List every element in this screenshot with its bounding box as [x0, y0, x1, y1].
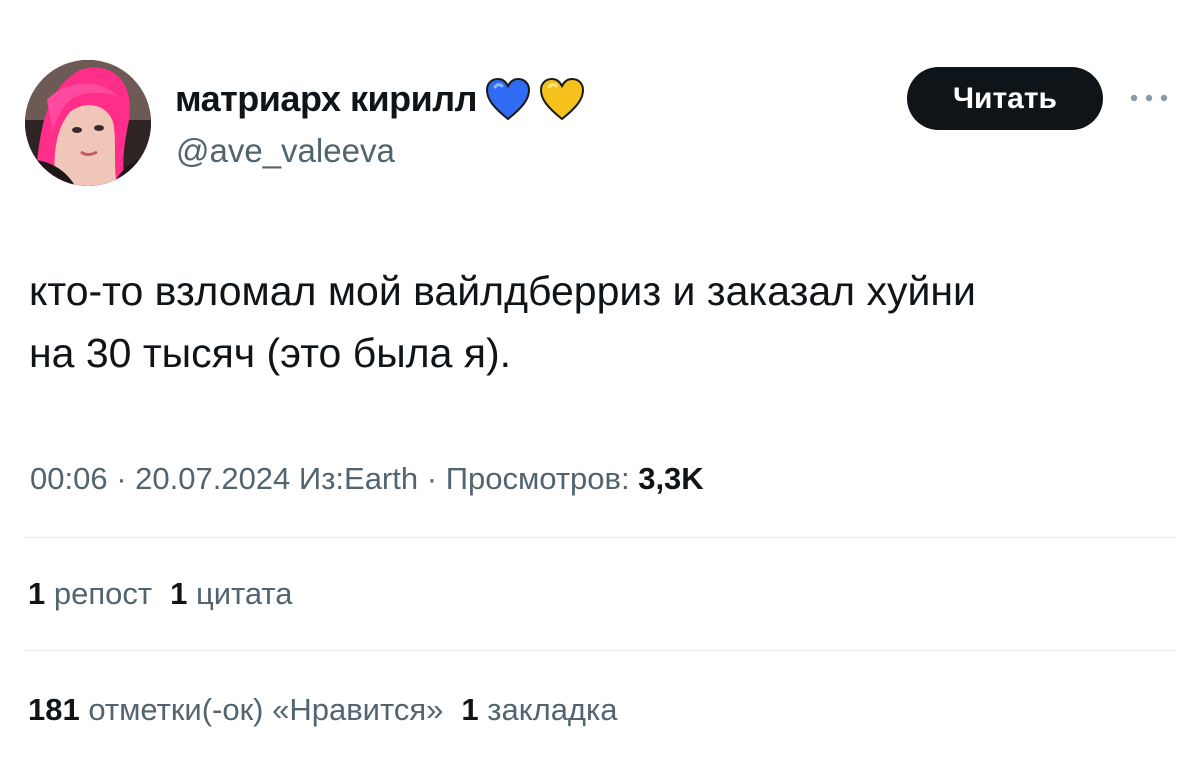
reposts-stat[interactable]: 1 репост	[28, 576, 152, 611]
yellow-heart-icon	[539, 77, 585, 121]
tweet-source: Из:Earth	[290, 461, 419, 496]
stats-row-likes: 181 отметки(-ок) «Нравится» 1 закладка	[28, 692, 636, 728]
author-name-row: матриарх кирилл	[175, 77, 585, 121]
views-count[interactable]: 3,3K	[638, 461, 703, 496]
stats-row-reposts: 1 репост 1 цитата	[28, 576, 311, 612]
author-handle[interactable]: @ave_valeeva	[176, 132, 395, 170]
likes-count: 181	[28, 692, 80, 727]
divider	[25, 537, 1175, 538]
meta-separator: ·	[418, 461, 446, 496]
tweet-text-line: кто-то взломал мой вайлдберриз и заказал…	[29, 268, 976, 314]
tweet-text: кто-то взломал мой вайлдберриз и заказал…	[29, 260, 1179, 384]
reposts-count: 1	[28, 576, 46, 611]
tweet-text-line: на 30 тысяч (это была я).	[29, 330, 512, 376]
reposts-label: репост	[45, 576, 153, 611]
likes-stat[interactable]: 181 отметки(-ок) «Нравится»	[28, 692, 443, 727]
likes-label: отметки(-ок) «Нравится»	[79, 692, 444, 727]
display-name[interactable]: матриарх кирилл	[175, 78, 478, 120]
tweet-meta: 00:06 · 20.07.2024 Из:Earth · Просмотров…	[30, 461, 704, 497]
quotes-count: 1	[170, 576, 188, 611]
quotes-label: цитата	[187, 576, 293, 611]
blue-heart-icon	[485, 77, 531, 121]
tweet-card: матриарх кирилл @ave_valeeva Читать кто-…	[0, 0, 1200, 764]
tweet-time[interactable]: 00:06	[30, 461, 108, 496]
follow-button[interactable]: Читать	[907, 67, 1103, 130]
views-label: Просмотров:	[445, 461, 639, 496]
divider	[25, 650, 1175, 651]
bookmarks-count: 1	[461, 692, 479, 727]
quotes-stat[interactable]: 1 цитата	[170, 576, 292, 611]
avatar[interactable]	[25, 60, 151, 186]
more-horizontal-icon[interactable]	[1128, 90, 1170, 106]
avatar-image	[25, 60, 151, 186]
tweet-date[interactable]: 20.07.2024	[135, 461, 290, 496]
bookmarks-stat[interactable]: 1 закладка	[461, 692, 617, 727]
meta-separator: ·	[107, 461, 136, 496]
bookmarks-label: закладка	[478, 692, 618, 727]
